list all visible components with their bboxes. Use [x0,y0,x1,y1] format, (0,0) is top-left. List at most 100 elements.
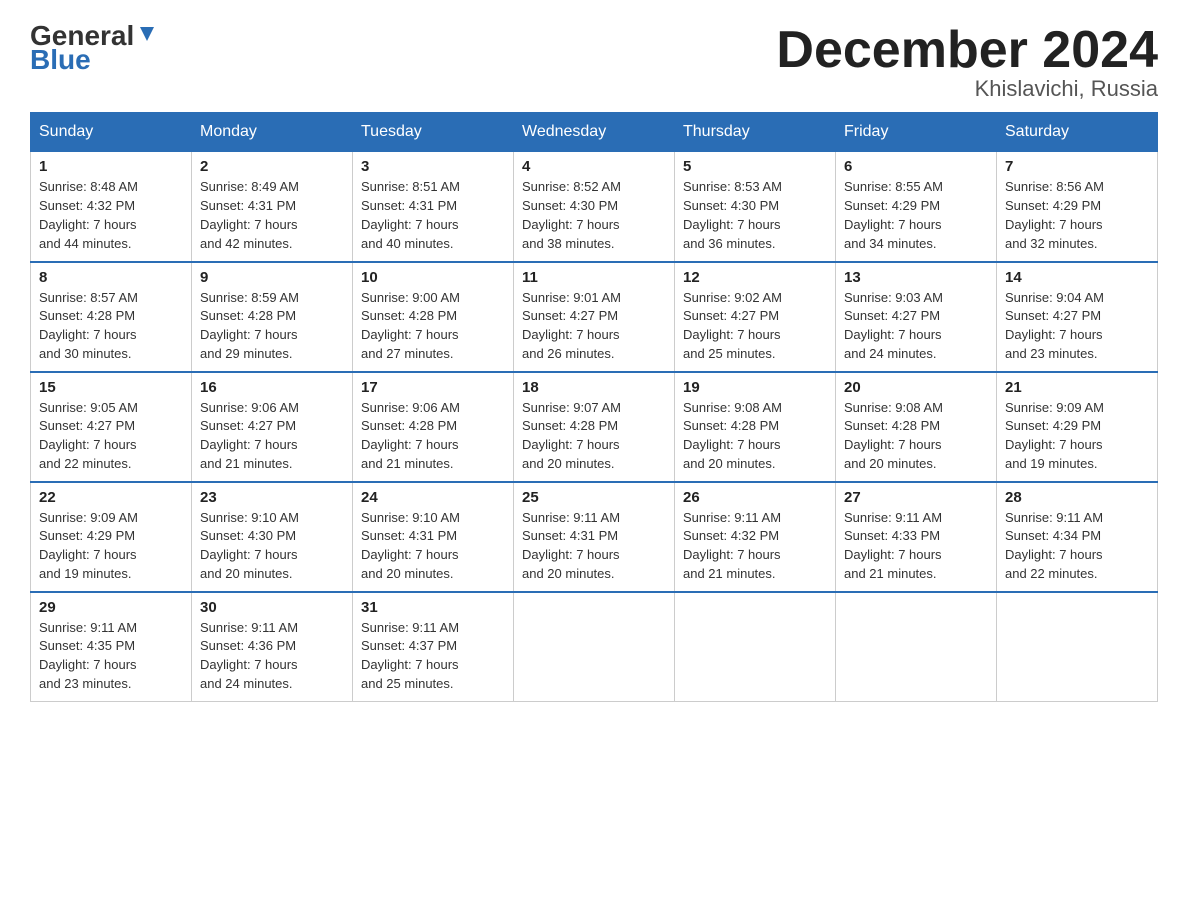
day-number: 2 [200,158,344,175]
day-number: 6 [844,158,988,175]
day-info: Sunrise: 9:03 AMSunset: 4:27 PMDaylight:… [844,289,988,364]
day-number: 5 [683,158,827,175]
day-number: 7 [1005,158,1149,175]
calendar-cell: 19 Sunrise: 9:08 AMSunset: 4:28 PMDayligh… [675,372,836,482]
calendar-cell: 16Sunrise: 9:06 AMSunset: 4:27 PMDayligh… [192,372,353,482]
day-number: 24 [361,489,505,506]
day-number: 11 [522,269,666,286]
day-number: 18 [522,379,666,396]
day-info: Sunrise: 9:11 AMSunset: 4:31 PMDaylight:… [522,509,666,584]
day-info: Sunrise: 9:05 AMSunset: 4:27 PMDaylight:… [39,399,183,474]
calendar-cell: 1Sunrise: 8:48 AMSunset: 4:32 PMDaylight… [31,152,192,262]
day-number: 4 [522,158,666,175]
day-info: Sunrise: 8:52 AMSunset: 4:30 PMDaylight:… [522,178,666,253]
day-info: Sunrise: 9:10 AMSunset: 4:30 PMDaylight:… [200,509,344,584]
calendar-cell: 17 Sunrise: 9:06 AMSunset: 4:28 PMDayligh… [353,372,514,482]
logo: General Blue [30,20,158,76]
day-info: Sunrise: 9:11 AMSunset: 4:37 PMDaylight:… [361,619,505,694]
day-number: 28 [1005,489,1149,506]
calendar-cell: 22Sunrise: 9:09 AMSunset: 4:29 PMDayligh… [31,482,192,592]
calendar-cell: 10 Sunrise: 9:00 AMSunset: 4:28 PMDayligh… [353,262,514,372]
day-number: 20 [844,379,988,396]
day-info: Sunrise: 9:04 AMSunset: 4:27 PMDaylight:… [1005,289,1149,364]
day-number: 8 [39,269,183,286]
calendar-cell [997,592,1158,702]
day-number: 10 [361,269,505,286]
calendar-cell: 7Sunrise: 8:56 AMSunset: 4:29 PMDaylight… [997,152,1158,262]
calendar-cell: 20 Sunrise: 9:08 AMSunset: 4:28 PMDayligh… [836,372,997,482]
calendar-cell: 5 Sunrise: 8:53 AMSunset: 4:30 PMDaylight… [675,152,836,262]
day-info: Sunrise: 9:11 AMSunset: 4:33 PMDaylight:… [844,509,988,584]
day-info: Sunrise: 8:57 AMSunset: 4:28 PMDaylight:… [39,289,183,364]
day-number: 21 [1005,379,1149,396]
calendar-table: SundayMondayTuesdayWednesdayThursdayFrid… [30,112,1158,702]
day-number: 30 [200,599,344,616]
month-title: December 2024 [776,20,1158,80]
day-number: 27 [844,489,988,506]
day-info: Sunrise: 9:11 AMSunset: 4:34 PMDaylight:… [1005,509,1149,584]
calendar-cell: 9 Sunrise: 8:59 AMSunset: 4:28 PMDaylight… [192,262,353,372]
day-info: Sunrise: 9:11 AMSunset: 4:32 PMDaylight:… [683,509,827,584]
day-info: Sunrise: 9:01 AMSunset: 4:27 PMDaylight:… [522,289,666,364]
day-info: Sunrise: 8:53 AMSunset: 4:30 PMDaylight:… [683,178,827,253]
day-number: 23 [200,489,344,506]
calendar-cell: 30 Sunrise: 9:11 AMSunset: 4:36 PMDayligh… [192,592,353,702]
day-number: 13 [844,269,988,286]
day-of-week-header: Friday [836,113,997,152]
calendar-cell [836,592,997,702]
day-number: 15 [39,379,183,396]
day-of-week-header: Wednesday [514,113,675,152]
calendar-cell: 3Sunrise: 8:51 AMSunset: 4:31 PMDaylight… [353,152,514,262]
calendar-header-row: SundayMondayTuesdayWednesdayThursdayFrid… [31,113,1158,152]
day-info: Sunrise: 9:07 AMSunset: 4:28 PMDaylight:… [522,399,666,474]
day-info: Sunrise: 9:09 AMSunset: 4:29 PMDaylight:… [1005,399,1149,474]
day-info: Sunrise: 8:51 AMSunset: 4:31 PMDaylight:… [361,178,505,253]
day-number: 29 [39,599,183,616]
day-info: Sunrise: 8:59 AMSunset: 4:28 PMDaylight:… [200,289,344,364]
calendar-cell: 14 Sunrise: 9:04 AMSunset: 4:27 PMDayligh… [997,262,1158,372]
calendar-cell: 21 Sunrise: 9:09 AMSunset: 4:29 PMDayligh… [997,372,1158,482]
day-number: 12 [683,269,827,286]
calendar-cell: 8 Sunrise: 8:57 AMSunset: 4:28 PMDaylight… [31,262,192,372]
day-of-week-header: Tuesday [353,113,514,152]
calendar-cell: 24Sunrise: 9:10 AMSunset: 4:31 PMDayligh… [353,482,514,592]
calendar-cell: 11 Sunrise: 9:01 AMSunset: 4:27 PMDayligh… [514,262,675,372]
day-number: 9 [200,269,344,286]
calendar-cell: 6 Sunrise: 8:55 AMSunset: 4:29 PMDaylight… [836,152,997,262]
day-number: 17 [361,379,505,396]
day-info: Sunrise: 9:11 AMSunset: 4:35 PMDaylight:… [39,619,183,694]
day-info: Sunrise: 9:08 AMSunset: 4:28 PMDaylight:… [683,399,827,474]
day-of-week-header: Sunday [31,113,192,152]
day-number: 14 [1005,269,1149,286]
day-info: Sunrise: 9:08 AMSunset: 4:28 PMDaylight:… [844,399,988,474]
day-number: 19 [683,379,827,396]
day-of-week-header: Monday [192,113,353,152]
day-info: Sunrise: 9:11 AMSunset: 4:36 PMDaylight:… [200,619,344,694]
calendar-cell [675,592,836,702]
calendar-cell: 26 Sunrise: 9:11 AMSunset: 4:32 PMDayligh… [675,482,836,592]
logo-blue-text: Blue [30,44,91,75]
calendar-cell: 25Sunrise: 9:11 AMSunset: 4:31 PMDayligh… [514,482,675,592]
calendar-week-row: 29 Sunrise: 9:11 AMSunset: 4:35 PMDayligh… [31,592,1158,702]
title-area: December 2024 Khislavichi, Russia [776,20,1158,102]
day-info: Sunrise: 8:55 AMSunset: 4:29 PMDaylight:… [844,178,988,253]
calendar-cell: 2 Sunrise: 8:49 AMSunset: 4:31 PMDaylight… [192,152,353,262]
day-info: Sunrise: 8:49 AMSunset: 4:31 PMDaylight:… [200,178,344,253]
day-number: 31 [361,599,505,616]
calendar-cell: 27 Sunrise: 9:11 AMSunset: 4:33 PMDayligh… [836,482,997,592]
day-of-week-header: Thursday [675,113,836,152]
calendar-week-row: 15 Sunrise: 9:05 AMSunset: 4:27 PMDayligh… [31,372,1158,482]
calendar-cell: 31 Sunrise: 9:11 AMSunset: 4:37 PMDayligh… [353,592,514,702]
day-number: 22 [39,489,183,506]
day-info: Sunrise: 9:00 AMSunset: 4:28 PMDaylight:… [361,289,505,364]
calendar-cell: 15 Sunrise: 9:05 AMSunset: 4:27 PMDayligh… [31,372,192,482]
calendar-week-row: 22Sunrise: 9:09 AMSunset: 4:29 PMDayligh… [31,482,1158,592]
day-info: Sunrise: 9:06 AMSunset: 4:28 PMDaylight:… [361,399,505,474]
page-header: General Blue December 2024 Khislavichi, … [30,20,1158,102]
day-number: 26 [683,489,827,506]
day-number: 16 [200,379,344,396]
calendar-cell: 4 Sunrise: 8:52 AMSunset: 4:30 PMDaylight… [514,152,675,262]
calendar-cell: 29 Sunrise: 9:11 AMSunset: 4:35 PMDayligh… [31,592,192,702]
day-info: Sunrise: 8:48 AMSunset: 4:32 PMDaylight:… [39,178,183,253]
day-info: Sunrise: 9:02 AMSunset: 4:27 PMDaylight:… [683,289,827,364]
